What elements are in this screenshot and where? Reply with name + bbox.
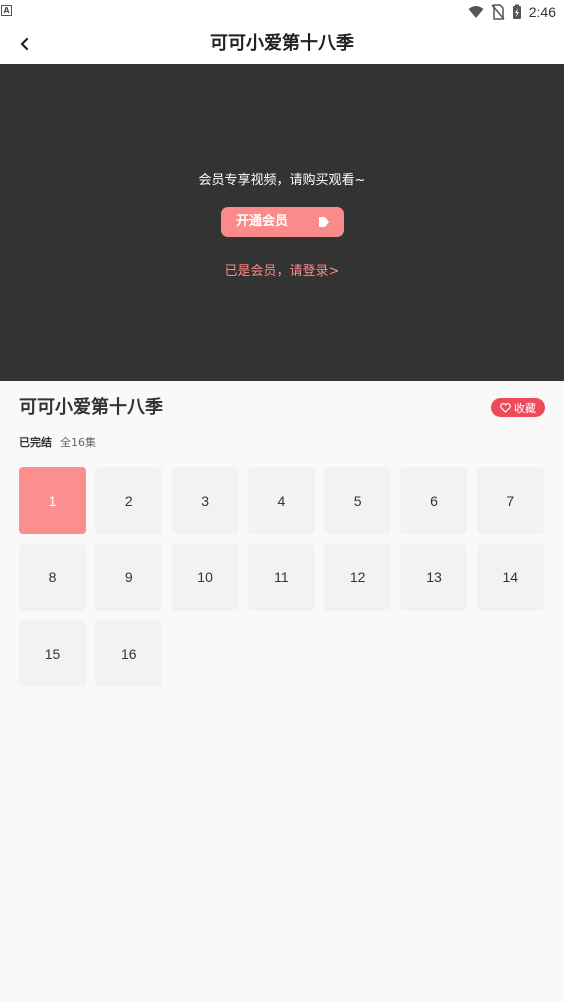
status-icons: 2:46: [468, 3, 556, 21]
episode-grid: 1 2 3 4 5 6 7 8 9 10 11 12 13 14 15 16: [19, 467, 546, 687]
episode-button[interactable]: 16: [95, 620, 163, 687]
episode-button[interactable]: 1: [19, 467, 86, 534]
wifi-icon: [468, 6, 484, 18]
open-vip-button[interactable]: 开通会员: [221, 207, 344, 237]
notification-a-icon: A: [1, 5, 12, 16]
no-sim-icon: [491, 4, 505, 20]
show-title: 可可小爱第十八季: [19, 397, 163, 418]
play-icon: [319, 217, 329, 227]
episode-button[interactable]: 5: [324, 467, 392, 534]
status-bar: A 2:46: [0, 0, 564, 24]
member-login-link[interactable]: 已是会员，请登录>: [0, 260, 564, 279]
episode-total: 全16集: [60, 436, 96, 449]
battery-charging-icon: [512, 4, 521, 19]
favorite-button[interactable]: 收藏: [491, 398, 545, 417]
show-status-line: 已完结 全16集: [19, 434, 96, 450]
status-time: 2:46: [528, 4, 556, 20]
episode-button[interactable]: 13: [400, 543, 468, 611]
episode-button[interactable]: 7: [476, 467, 544, 534]
episode-button[interactable]: 15: [19, 620, 86, 687]
episode-button[interactable]: 10: [171, 543, 239, 611]
completion-status: 已完结: [19, 436, 52, 449]
favorite-label: 收藏: [514, 401, 536, 415]
page-title: 可可小爱第十八季: [210, 33, 354, 54]
episode-button[interactable]: 8: [19, 543, 86, 611]
episode-button[interactable]: 12: [324, 543, 392, 611]
video-player[interactable]: 会员专享视频，请购买观看~ 开通会员 已是会员，请登录>: [0, 64, 564, 381]
episode-button[interactable]: 6: [400, 467, 468, 534]
episode-button[interactable]: 14: [476, 543, 544, 611]
episode-button[interactable]: 3: [171, 467, 239, 534]
heart-icon: [500, 402, 511, 413]
open-vip-label: 开通会员: [236, 214, 289, 229]
episode-button[interactable]: 9: [95, 543, 163, 611]
episode-button[interactable]: 4: [247, 467, 315, 534]
episode-button[interactable]: 2: [95, 467, 163, 534]
paywall-message: 会员专享视频，请购买观看~: [198, 173, 366, 188]
episode-button[interactable]: 11: [247, 543, 315, 611]
title-bar: 可可小爱第十八季: [0, 24, 564, 64]
